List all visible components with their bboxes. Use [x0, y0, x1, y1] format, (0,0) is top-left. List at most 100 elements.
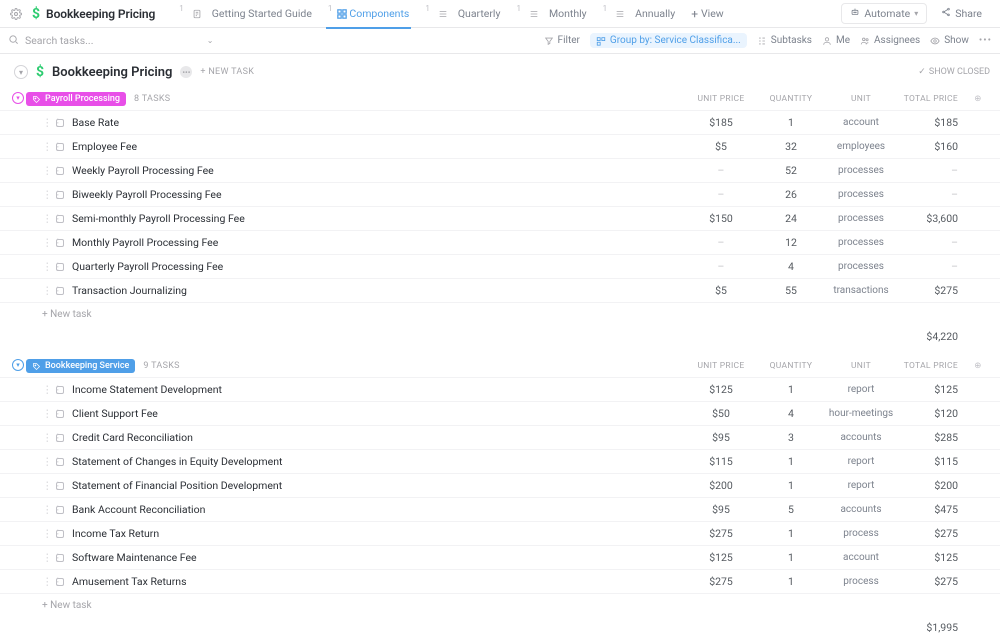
- cell-unit[interactable]: process: [826, 528, 896, 539]
- new-task-button[interactable]: + New task: [0, 593, 1000, 617]
- task-name[interactable]: Quarterly Payroll Processing Fee: [72, 260, 686, 273]
- task-name[interactable]: Semi-monthly Payroll Processing Fee: [72, 212, 686, 225]
- cell-quantity[interactable]: 26: [756, 188, 826, 201]
- cell-total-price[interactable]: $125: [896, 383, 966, 396]
- drag-handle-icon[interactable]: ⋮⋮: [42, 212, 50, 225]
- info-icon[interactable]: •••: [180, 66, 192, 78]
- drag-handle-icon[interactable]: ⋮⋮: [42, 116, 50, 129]
- cell-total-price[interactable]: $200: [896, 479, 966, 492]
- task-row[interactable]: ⋮⋮ Quarterly Payroll Processing Fee – 4 …: [0, 254, 1000, 278]
- cell-unit[interactable]: transactions: [826, 285, 896, 296]
- cell-quantity[interactable]: 52: [756, 164, 826, 177]
- cell-unit-price[interactable]: $275: [686, 527, 756, 540]
- cell-unit-price[interactable]: $5: [686, 140, 756, 153]
- add-column-button[interactable]: ⊕: [966, 361, 990, 371]
- status-checkbox[interactable]: [56, 143, 64, 151]
- cell-unit-price[interactable]: $5: [686, 284, 756, 297]
- col-total-price[interactable]: TOTAL PRICE: [896, 94, 966, 104]
- cell-unit-price[interactable]: $125: [686, 383, 756, 396]
- cell-unit[interactable]: report: [826, 456, 896, 467]
- cell-unit-price[interactable]: $200: [686, 479, 756, 492]
- task-name[interactable]: Statement of Financial Position Developm…: [72, 479, 686, 492]
- cell-unit[interactable]: processes: [826, 189, 896, 200]
- task-name[interactable]: Client Support Fee: [72, 407, 686, 420]
- cell-unit[interactable]: accounts: [826, 432, 896, 443]
- task-name[interactable]: Transaction Journalizing: [72, 284, 686, 297]
- status-checkbox[interactable]: [56, 530, 64, 538]
- cell-unit-price[interactable]: $125: [686, 551, 756, 564]
- filter-button[interactable]: Filter: [544, 35, 580, 46]
- cell-unit-price[interactable]: $95: [686, 503, 756, 516]
- cell-unit-price[interactable]: $275: [686, 575, 756, 588]
- status-checkbox[interactable]: [56, 119, 64, 127]
- col-total-price[interactable]: TOTAL PRICE: [896, 361, 966, 371]
- cell-quantity[interactable]: 24: [756, 212, 826, 225]
- assignees-button[interactable]: Assignees: [860, 35, 920, 46]
- settings-button[interactable]: [6, 4, 26, 24]
- cell-unit[interactable]: processes: [826, 261, 896, 272]
- cell-unit-price[interactable]: $95: [686, 431, 756, 444]
- task-row[interactable]: ⋮⋮ Amusement Tax Returns $275 1 process …: [0, 569, 1000, 593]
- cell-total-price[interactable]: $475: [896, 503, 966, 516]
- new-task-button[interactable]: + New task: [0, 302, 1000, 326]
- status-checkbox[interactable]: [56, 263, 64, 271]
- drag-handle-icon[interactable]: ⋮⋮: [42, 407, 50, 420]
- cell-total-price[interactable]: $285: [896, 431, 966, 444]
- more-button[interactable]: •••: [979, 35, 992, 46]
- cell-total-price[interactable]: $115: [896, 455, 966, 468]
- cell-unit[interactable]: accounts: [826, 504, 896, 515]
- task-row[interactable]: ⋮⋮ Transaction Journalizing $5 55 transa…: [0, 278, 1000, 302]
- drag-handle-icon[interactable]: ⋮⋮: [42, 575, 50, 588]
- cell-total-price[interactable]: –: [896, 164, 966, 177]
- status-checkbox[interactable]: [56, 434, 64, 442]
- status-checkbox[interactable]: [56, 239, 64, 247]
- cell-quantity[interactable]: 55: [756, 284, 826, 297]
- task-name[interactable]: Bank Account Reconciliation: [72, 503, 686, 516]
- cell-total-price[interactable]: –: [896, 236, 966, 249]
- cell-unit[interactable]: account: [826, 117, 896, 128]
- drag-handle-icon[interactable]: ⋮⋮: [42, 260, 50, 273]
- col-quantity[interactable]: QUANTITY: [756, 94, 826, 104]
- task-row[interactable]: ⋮⋮ Statement of Changes in Equity Develo…: [0, 449, 1000, 473]
- task-row[interactable]: ⋮⋮ Semi-monthly Payroll Processing Fee $…: [0, 206, 1000, 230]
- drag-handle-icon[interactable]: ⋮⋮: [42, 383, 50, 396]
- task-row[interactable]: ⋮⋮ Weekly Payroll Processing Fee – 52 pr…: [0, 158, 1000, 182]
- status-checkbox[interactable]: [56, 554, 64, 562]
- status-checkbox[interactable]: [56, 578, 64, 586]
- cell-quantity[interactable]: 1: [756, 527, 826, 540]
- drag-handle-icon[interactable]: ⋮⋮: [42, 140, 50, 153]
- cell-unit[interactable]: processes: [826, 237, 896, 248]
- cell-quantity[interactable]: 1: [756, 479, 826, 492]
- status-checkbox[interactable]: [56, 410, 64, 418]
- drag-handle-icon[interactable]: ⋮⋮: [42, 164, 50, 177]
- task-row[interactable]: ⋮⋮ Employee Fee $5 32 employees $160: [0, 134, 1000, 158]
- drag-handle-icon[interactable]: ⋮⋮: [42, 188, 50, 201]
- cell-quantity[interactable]: 1: [756, 116, 826, 129]
- task-name[interactable]: Weekly Payroll Processing Fee: [72, 164, 686, 177]
- cell-quantity[interactable]: 3: [756, 431, 826, 444]
- cell-quantity[interactable]: 1: [756, 383, 826, 396]
- new-task-header-button[interactable]: + NEW TASK: [200, 67, 254, 77]
- tab-monthly[interactable]: 1Monthly: [508, 0, 594, 28]
- group-collapse-button[interactable]: ▾: [12, 359, 24, 371]
- task-row[interactable]: ⋮⋮ Income Statement Development $125 1 r…: [0, 377, 1000, 401]
- cell-total-price[interactable]: $3,600: [896, 212, 966, 225]
- cell-unit[interactable]: account: [826, 552, 896, 563]
- me-button[interactable]: Me: [822, 35, 850, 46]
- cell-total-price[interactable]: $160: [896, 140, 966, 153]
- cell-total-price[interactable]: $275: [896, 575, 966, 588]
- group-collapse-button[interactable]: ▾: [12, 92, 24, 104]
- task-row[interactable]: ⋮⋮ Base Rate $185 1 account $185: [0, 110, 1000, 134]
- cell-unit[interactable]: process: [826, 576, 896, 587]
- status-checkbox[interactable]: [56, 386, 64, 394]
- cell-quantity[interactable]: 4: [756, 260, 826, 273]
- cell-quantity[interactable]: 1: [756, 551, 826, 564]
- cell-unit-price[interactable]: $50: [686, 407, 756, 420]
- task-name[interactable]: Amusement Tax Returns: [72, 575, 686, 588]
- task-name[interactable]: Income Tax Return: [72, 527, 686, 540]
- cell-unit[interactable]: report: [826, 384, 896, 395]
- task-name[interactable]: Software Maintenance Fee: [72, 551, 686, 564]
- tab-components[interactable]: 1Components: [320, 0, 417, 28]
- drag-handle-icon[interactable]: ⋮⋮: [42, 527, 50, 540]
- task-name[interactable]: Employee Fee: [72, 140, 686, 153]
